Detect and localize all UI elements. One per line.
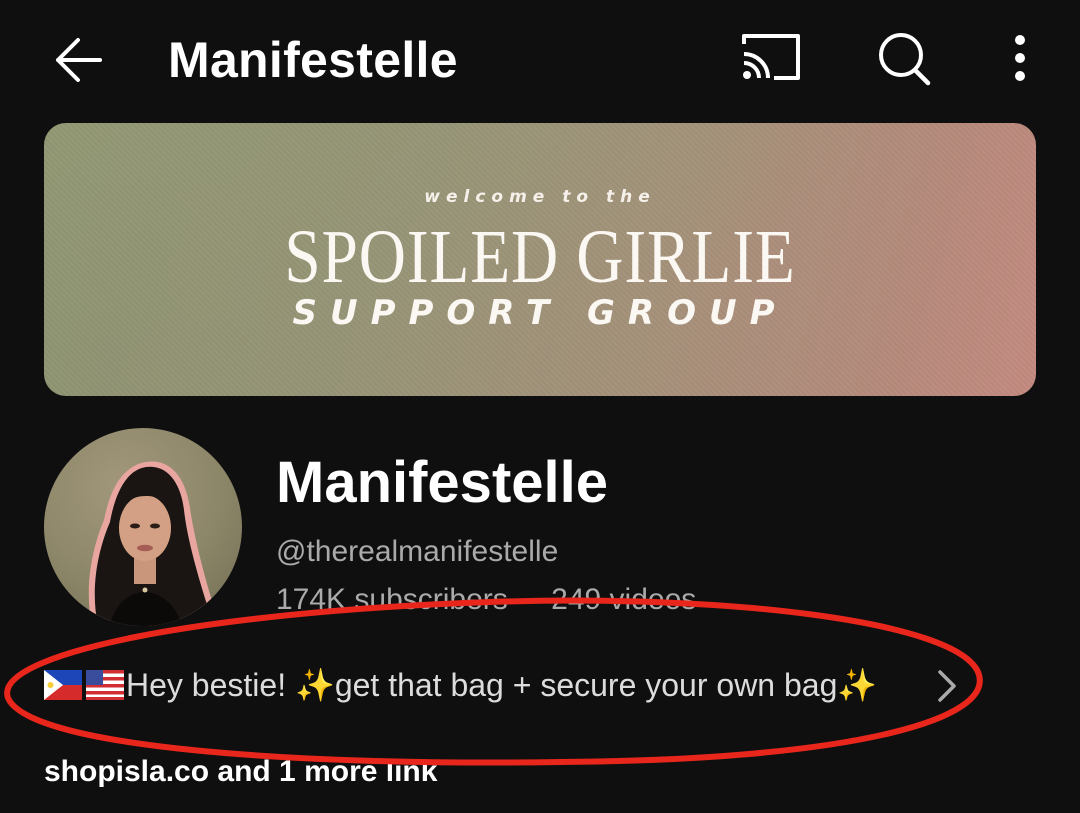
chevron-right-icon bbox=[938, 670, 956, 702]
subscriber-count: 174K subscribers bbox=[276, 583, 508, 616]
channel-banner: welcome to the SPOILED GIRLIE SUPPORT GR… bbox=[44, 123, 1036, 396]
app-bar-title: Manifestelle bbox=[168, 32, 458, 88]
stats-dot: · bbox=[524, 583, 535, 616]
channel-description[interactable]: Hey bestie! ✨get that bag + secure your … bbox=[44, 658, 964, 714]
philippines-flag-icon bbox=[44, 670, 82, 700]
banner-headline: SPOILED GIRLIE bbox=[284, 215, 796, 299]
channel-links[interactable]: shopisla.co and 1 more link bbox=[44, 752, 437, 792]
cast-button[interactable] bbox=[738, 30, 806, 86]
stats-separator bbox=[508, 583, 525, 616]
description-text: Hey bestie! ✨get that bag + secure your … bbox=[126, 667, 878, 703]
top-app-bar: Manifestelle bbox=[0, 0, 1080, 120]
back-arrow-icon bbox=[56, 38, 102, 82]
search-icon bbox=[879, 33, 931, 86]
channel-name: Manifestelle bbox=[276, 450, 608, 515]
channel-handle: @therealmanifestelle bbox=[276, 535, 559, 568]
stats-separator-2 bbox=[534, 583, 551, 616]
avatar-portrait bbox=[88, 461, 220, 626]
back-button[interactable] bbox=[48, 30, 112, 90]
video-count: 249 videos bbox=[551, 583, 697, 616]
more-options-button[interactable] bbox=[1000, 30, 1040, 86]
channel-stats: 174K subscribers · 249 videos bbox=[276, 580, 696, 620]
cast-icon bbox=[742, 34, 800, 80]
more-vert-icon bbox=[1015, 35, 1025, 81]
banner-subheadline: SUPPORT GROUP bbox=[292, 293, 788, 333]
channel-avatar[interactable] bbox=[44, 428, 242, 626]
us-flag-icon bbox=[86, 670, 124, 700]
flags-icon bbox=[44, 670, 124, 700]
banner-tagline: welcome to the bbox=[424, 187, 656, 207]
search-button[interactable] bbox=[872, 28, 936, 88]
